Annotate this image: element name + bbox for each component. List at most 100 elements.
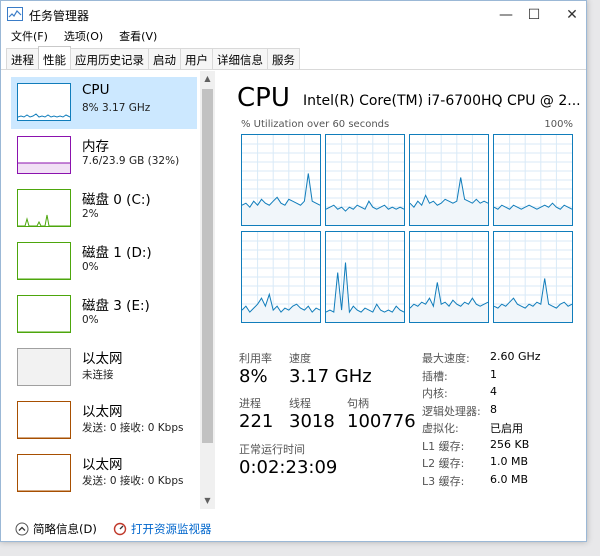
page-title: CPU (237, 83, 290, 113)
sidebar-item-value: 未连接 (82, 369, 114, 381)
sidebar-item-value: 发送: 0 接收: 0 Kbps (82, 422, 184, 434)
spec-label: L2 缓存: (422, 457, 465, 470)
sidebar-item-1[interactable]: 内存 7.6/23.9 GB (32%) (11, 130, 197, 182)
tab-3[interactable]: 启动 (148, 48, 181, 69)
sidebar-thumbnail-graph (17, 348, 71, 386)
spec-label: L3 缓存: (422, 474, 465, 488)
open-resource-monitor-label: 打开资源监视器 (131, 522, 212, 536)
tab-4[interactable]: 用户 (180, 48, 213, 69)
cpu-model-name: Intel(R) Core(TM) i7-6700HQ CPU @ 2... (303, 93, 581, 109)
tab-0[interactable]: 进程 (6, 48, 39, 69)
speed-label: 速度 (289, 352, 311, 365)
utilization-value: 8% (239, 366, 268, 387)
scroll-up-arrow-icon[interactable]: ▲ (200, 71, 215, 87)
speed-value: 3.17 GHz (289, 366, 372, 387)
spec-label: 逻辑处理器: (422, 404, 481, 418)
handles-value: 100776 (347, 411, 416, 432)
sidebar-item-3[interactable]: 磁盘 1 (D:) 0% (11, 236, 197, 288)
sidebar-item-name: CPU (82, 82, 110, 98)
task-manager-window: 任务管理器 — ☐ ✕ 文件(F) 选项(O) 查看(V) 进程 性能 应用历史记录… (0, 0, 587, 542)
sidebar-thumbnail-graph (17, 401, 71, 439)
sidebar-thumbnail-graph (17, 295, 71, 333)
task-manager-app-icon (7, 7, 23, 21)
spec-label: 最大速度: (422, 352, 470, 365)
open-resource-monitor-link[interactable]: 打开资源监视器 (113, 521, 212, 537)
scroll-down-arrow-icon[interactable]: ▼ (200, 493, 215, 509)
sidebar-thumbnail-graph (17, 454, 71, 492)
sidebar-item-7[interactable]: 以太网发送: 0 接收: 0 Kbps (11, 448, 197, 500)
sidebar-item-name: 以太网 (82, 404, 123, 420)
sidebar-thumbnail-graph (17, 242, 71, 280)
sidebar-item-value: 发送: 0 接收: 0 Kbps (82, 475, 184, 487)
menu-bar: 文件(F) 选项(O) 查看(V) (1, 29, 163, 47)
spec-value: 256 KB (490, 437, 530, 451)
spec-value: 已启用 (490, 422, 523, 435)
logical-processor-graph (325, 231, 405, 323)
sidebar-item-name: 内存 (82, 139, 109, 155)
tab-6[interactable]: 服务 (267, 48, 300, 69)
sidebar-item-name: 磁盘 1 (D:) (82, 245, 152, 261)
spec-value: 1.0 MB (490, 455, 529, 468)
window-title: 任务管理器 (29, 9, 90, 23)
sidebar-item-5[interactable]: 以太网 未连接 (11, 342, 197, 394)
sidebar-item-0[interactable]: CPU 8% 3.17 GHz (11, 77, 197, 129)
sidebar-scrollbar[interactable]: ▲ ▼ (200, 71, 215, 509)
sidebar-thumbnail-graph (17, 189, 71, 227)
tab-2[interactable]: 应用历史记录 (70, 48, 149, 69)
uptime-label: 正常运行时间 (239, 443, 305, 456)
logical-processor-graph (409, 134, 489, 226)
sidebar-item-value: 0% (82, 314, 99, 326)
maximize-icon: ☐ (527, 7, 541, 23)
sidebar-item-value: 7.6/23.9 GB (32%) (82, 155, 180, 167)
spec-label: 虚拟化: (422, 422, 459, 435)
sidebar-item-value: 8% 3.17 GHz (82, 102, 151, 114)
sidebar-item-6[interactable]: 以太网发送: 0 接收: 0 Kbps (11, 395, 197, 447)
uptime-value: 0:02:23:09 (239, 457, 338, 478)
logical-processor-graph (241, 134, 321, 226)
title-bar[interactable]: 任务管理器 — ☐ ✕ (1, 1, 586, 29)
spec-value: 4 (490, 385, 497, 398)
threads-label: 线程 (289, 397, 311, 410)
threads-value: 3018 (289, 411, 335, 432)
spec-value: 8 (490, 402, 497, 416)
logical-processor-graph (241, 231, 321, 323)
tab-5[interactable]: 详细信息 (212, 48, 268, 69)
processes-value: 221 (239, 411, 274, 432)
close-icon: ✕ (566, 7, 578, 23)
logical-processor-graph (493, 231, 573, 323)
spec-label: L1 缓存: (422, 439, 465, 453)
logical-processor-graph (325, 134, 405, 226)
fewer-details-label: 简略信息(D) (33, 522, 97, 536)
sidebar-item-name: 磁盘 0 (C:) (82, 192, 151, 208)
menu-file[interactable]: 文件(F) (1, 29, 54, 47)
sidebar-item-4[interactable]: 磁盘 3 (E:) 0% (11, 289, 197, 341)
sidebar-item-2[interactable]: 磁盘 0 (C:) 2% (11, 183, 197, 235)
tab-bar: 进程 性能 应用历史记录 启动 用户 详细信息 服务 (1, 46, 586, 70)
menu-view[interactable]: 查看(V) (109, 29, 163, 47)
sidebar-thumbnail-graph (17, 83, 71, 121)
spec-label: 插槽: (422, 369, 448, 383)
footer-bar: 简略信息(D) 打开资源监视器 (1, 519, 586, 541)
sidebar-item-value: 0% (82, 261, 99, 273)
logical-processor-graph (493, 134, 573, 226)
cpu-detail-panel: CPU Intel(R) Core(TM) i7-6700HQ CPU @ 2.… (225, 71, 585, 519)
spec-value: 6.0 MB (490, 472, 529, 486)
fewer-details-button[interactable]: 简略信息(D) (15, 521, 97, 537)
handles-label: 句柄 (347, 397, 369, 410)
tab-1[interactable]: 性能 (38, 46, 71, 69)
sidebar-thumbnail-graph (17, 136, 71, 174)
spec-label: 内核: (422, 387, 448, 400)
resource-monitor-icon (113, 522, 127, 536)
logical-processor-graph (409, 231, 489, 323)
chevron-up-icon (15, 522, 29, 536)
scrollbar-thumb[interactable] (202, 89, 213, 443)
utilization-label: 利用率 (239, 352, 272, 365)
close-button[interactable]: ✕ (549, 1, 586, 29)
resource-sidebar: CPU 8% 3.17 GHz 内存 7.6/23.9 GB (32%) 磁盘 0 (C… (1, 71, 215, 519)
core-graphs (241, 134, 573, 324)
sidebar-item-name: 以太网 (82, 457, 123, 473)
menu-options[interactable]: 选项(O) (54, 29, 109, 47)
spec-value: 2.60 GHz (490, 350, 541, 363)
sidebar-item-name: 以太网 (82, 351, 123, 367)
processes-label: 进程 (239, 397, 261, 410)
